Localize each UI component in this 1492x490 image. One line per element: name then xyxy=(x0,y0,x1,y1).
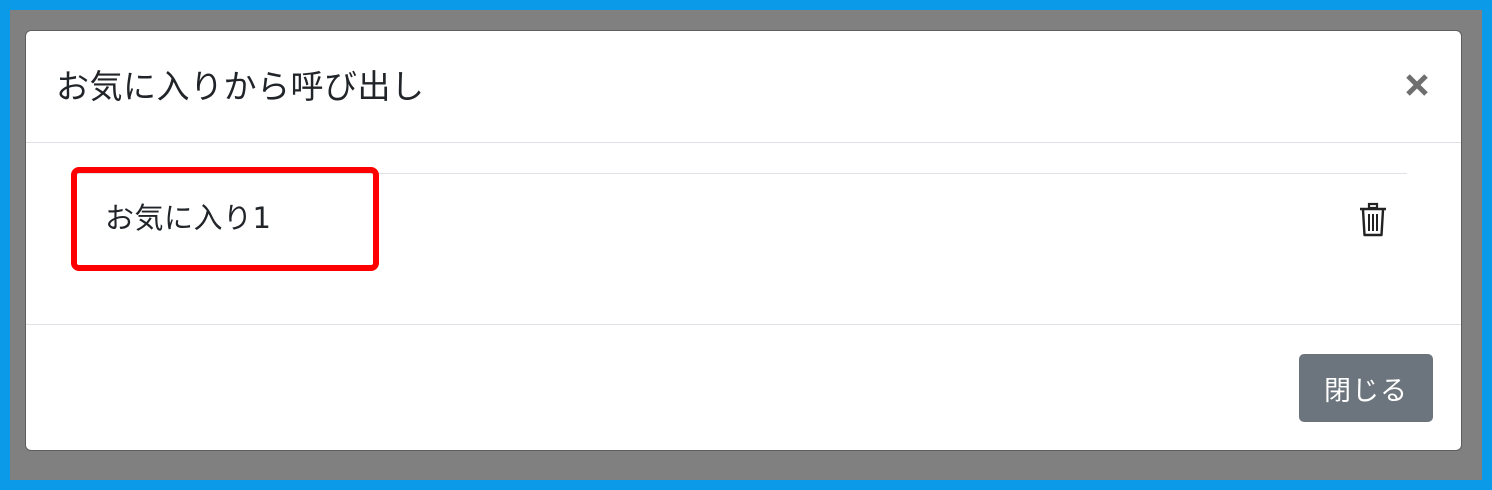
close-footer-button[interactable]: 閉じる xyxy=(1299,354,1433,422)
modal-title: お気に入りから呼び出し xyxy=(56,67,425,106)
modal-header: お気に入りから呼び出し xyxy=(26,31,1461,143)
list-item: お気に入り1 xyxy=(74,174,1407,262)
close-x-icon xyxy=(1406,74,1428,96)
close-button[interactable] xyxy=(1399,67,1435,103)
trash-icon xyxy=(1360,202,1386,237)
delete-button[interactable] xyxy=(1357,202,1389,238)
modal-footer: 閉じる xyxy=(26,325,1461,452)
favorites-modal: お気に入りから呼び出し お気に入り1 閉じる xyxy=(25,30,1462,451)
modal-body: お気に入り1 xyxy=(26,143,1461,325)
favorite-item-link[interactable]: お気に入り1 xyxy=(105,198,271,238)
favorites-list: お気に入り1 xyxy=(74,173,1407,262)
